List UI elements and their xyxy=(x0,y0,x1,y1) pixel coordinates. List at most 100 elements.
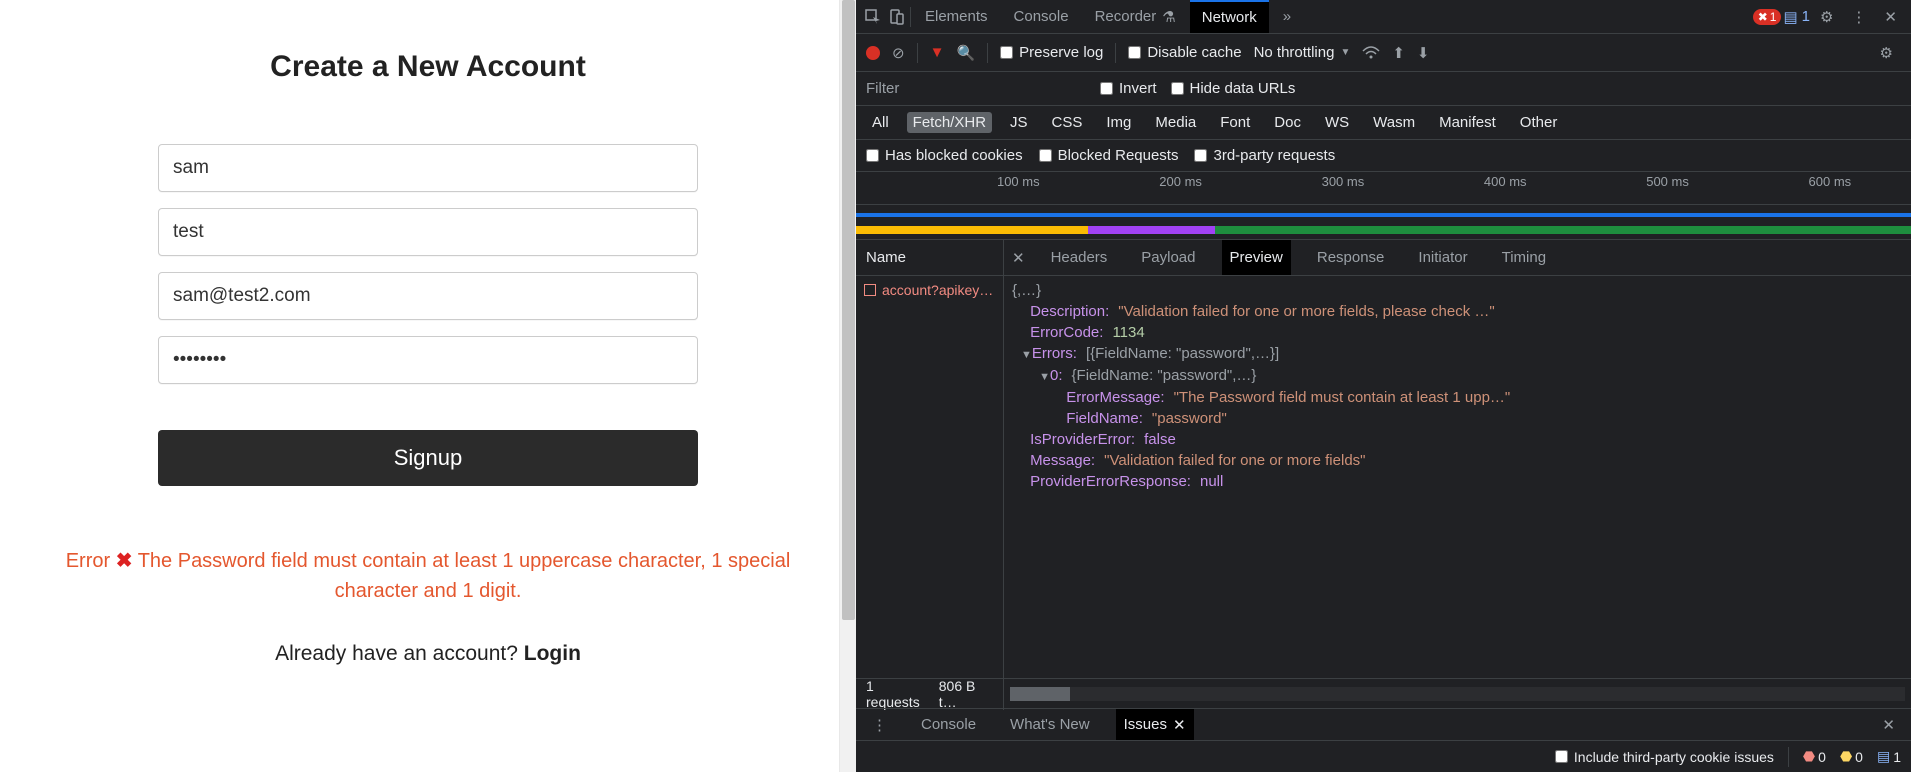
detail-tab-initiator[interactable]: Initiator xyxy=(1410,240,1475,275)
login-prompt: Already have an account? xyxy=(275,642,524,665)
tab-console[interactable]: Console xyxy=(1002,0,1081,33)
filter-type-font[interactable]: Font xyxy=(1214,112,1256,133)
drawer-menu-icon[interactable]: ⋮ xyxy=(864,716,895,734)
login-line: Already have an account? Login xyxy=(275,642,581,666)
third-party-checkbox[interactable]: 3rd-party requests xyxy=(1194,147,1335,164)
device-icon[interactable] xyxy=(886,6,908,28)
issues-close-icon[interactable]: ✕ xyxy=(1173,716,1186,734)
invert-checkbox[interactable]: Invert xyxy=(1100,80,1157,97)
include-cookies-checkbox[interactable]: Include third-party cookie issues xyxy=(1555,749,1774,765)
detail-tab-payload[interactable]: Payload xyxy=(1133,240,1203,275)
tab-elements[interactable]: Elements xyxy=(913,0,1000,33)
filter-type-all[interactable]: All xyxy=(866,112,895,133)
timeline-tick: 400 ms xyxy=(1484,174,1527,189)
filter-type-manifest[interactable]: Manifest xyxy=(1433,112,1502,133)
inspect-icon[interactable] xyxy=(862,6,884,28)
login-link[interactable]: Login xyxy=(524,642,581,665)
page-scrollbar[interactable] xyxy=(839,0,856,772)
filter-type-fetchxhr[interactable]: Fetch/XHR xyxy=(907,112,992,133)
timeline-tick: 100 ms xyxy=(997,174,1040,189)
upload-har-icon[interactable]: ⬆ xyxy=(1392,44,1405,62)
filter-input[interactable]: Filter xyxy=(866,80,1086,97)
network-timeline[interactable]: 100 ms 200 ms 300 ms 400 ms 500 ms 600 ms xyxy=(856,172,1911,240)
email-field[interactable] xyxy=(158,272,698,320)
request-row[interactable]: account?apikey… xyxy=(856,276,1003,304)
network-toolbar: ⊘ ▼ 🔍 Preserve log Disable cache No thro… xyxy=(856,34,1911,72)
timeline-tick: 300 ms xyxy=(1322,174,1365,189)
tab-more[interactable]: » xyxy=(1271,0,1303,33)
last-name-field[interactable] xyxy=(158,208,698,256)
request-status-icon xyxy=(864,284,876,296)
detail-horizontal-scrollbar[interactable] xyxy=(1010,687,1905,701)
settings-gear-icon[interactable]: ⚙ xyxy=(1812,8,1841,26)
kebab-menu-icon[interactable]: ⋮ xyxy=(1843,8,1874,26)
transferred-size: 806 B t… xyxy=(939,678,993,710)
network-settings-gear-icon[interactable]: ⚙ xyxy=(1872,44,1901,62)
drawer-tab-issues[interactable]: Issues ✕ xyxy=(1116,709,1194,740)
filter-funnel-icon[interactable]: ▼ xyxy=(930,44,945,61)
first-name-field[interactable] xyxy=(158,144,698,192)
drawer-tab-console[interactable]: Console xyxy=(913,709,984,740)
filter-type-media[interactable]: Media xyxy=(1149,112,1202,133)
drawer-close-icon[interactable]: ✕ xyxy=(1874,716,1903,734)
page-title: Create a New Account xyxy=(270,50,586,84)
error-x-icon: ✖ xyxy=(116,550,133,572)
request-count: 1 requests xyxy=(866,678,927,710)
filter-type-ws[interactable]: WS xyxy=(1319,112,1355,133)
preserve-log-checkbox[interactable]: Preserve log xyxy=(1000,44,1103,61)
request-list: Name account?apikey… xyxy=(856,240,1004,678)
filter-type-doc[interactable]: Doc xyxy=(1268,112,1307,133)
hide-data-urls-checkbox[interactable]: Hide data URLs xyxy=(1171,80,1296,97)
wifi-icon[interactable] xyxy=(1362,46,1380,60)
message-badge[interactable]: ▤ 1 xyxy=(1783,8,1810,26)
detail-tab-response[interactable]: Response xyxy=(1309,240,1393,275)
bottom-error-count: ⬣0 xyxy=(1803,748,1826,765)
request-area: Name account?apikey… ✕ Headers Payload Pre… xyxy=(856,240,1911,678)
filter-type-js[interactable]: JS xyxy=(1004,112,1034,133)
tab-recorder[interactable]: Recorder ⚗ xyxy=(1083,0,1188,33)
request-detail: ✕ Headers Payload Preview Response Initiator… xyxy=(1004,240,1911,678)
signup-page: Create a New Account Signup Error ✖ The … xyxy=(0,0,856,772)
issues-bottom-bar: Include third-party cookie issues ⬣0 ⬣0 … xyxy=(856,740,1911,772)
error-text: The Password field must contain at least… xyxy=(138,550,791,602)
network-status-bar: 1 requests 806 B t… xyxy=(856,678,1911,708)
detail-tab-preview[interactable]: Preview xyxy=(1222,240,1291,275)
detail-tab-headers[interactable]: Headers xyxy=(1043,240,1116,275)
filter-type-other[interactable]: Other xyxy=(1514,112,1564,133)
search-icon[interactable]: 🔍 xyxy=(956,44,975,62)
signup-form: Signup xyxy=(158,144,698,486)
error-badge[interactable]: ✖ 1 xyxy=(1753,9,1782,25)
devtools-close-icon[interactable]: ✕ xyxy=(1876,8,1905,26)
drawer-tabs: ⋮ Console What's New Issues ✕ ✕ xyxy=(856,708,1911,740)
record-icon[interactable] xyxy=(866,46,880,60)
devtools-top-tabs: Elements Console Recorder ⚗ Network » ✖ … xyxy=(856,0,1911,34)
bottom-message-count: ▤1 xyxy=(1877,748,1901,765)
signup-button[interactable]: Signup xyxy=(158,430,698,486)
filter-type-css[interactable]: CSS xyxy=(1046,112,1089,133)
blocked-cookies-checkbox[interactable]: Has blocked cookies xyxy=(866,147,1023,164)
disable-cache-checkbox[interactable]: Disable cache xyxy=(1128,44,1241,61)
request-name: account?apikey… xyxy=(882,282,993,298)
throttling-select[interactable]: No throttling ▼ xyxy=(1254,44,1351,61)
detail-tab-timing[interactable]: Timing xyxy=(1494,240,1554,275)
request-list-header: Name xyxy=(856,240,1003,276)
filter-extra-row: Has blocked cookies Blocked Requests 3rd… xyxy=(856,140,1911,172)
error-message: Error ✖ The Password field must contain … xyxy=(38,546,818,606)
error-label: Error xyxy=(66,550,110,572)
preview-json[interactable]: {,…} Description: "Validation failed for… xyxy=(1004,276,1911,678)
detail-close-icon[interactable]: ✕ xyxy=(1012,249,1025,267)
timeline-tick: 600 ms xyxy=(1809,174,1852,189)
timeline-tick: 200 ms xyxy=(1159,174,1202,189)
filter-type-wasm[interactable]: Wasm xyxy=(1367,112,1421,133)
timeline-tick: 500 ms xyxy=(1646,174,1689,189)
tab-network[interactable]: Network xyxy=(1190,0,1269,33)
filter-type-row: All Fetch/XHR JS CSS Img Media Font Doc WS Wasm Ma… xyxy=(856,106,1911,140)
drawer-tab-whatsnew[interactable]: What's New xyxy=(1002,709,1098,740)
filter-type-img[interactable]: Img xyxy=(1100,112,1137,133)
clear-icon[interactable]: ⊘ xyxy=(892,44,905,62)
password-field[interactable] xyxy=(158,336,698,384)
download-har-icon[interactable]: ⬇ xyxy=(1417,44,1430,62)
blocked-requests-checkbox[interactable]: Blocked Requests xyxy=(1039,147,1179,164)
devtools-panel: Elements Console Recorder ⚗ Network » ✖ … xyxy=(856,0,1911,772)
bottom-warning-count: ⬣0 xyxy=(1840,748,1863,765)
